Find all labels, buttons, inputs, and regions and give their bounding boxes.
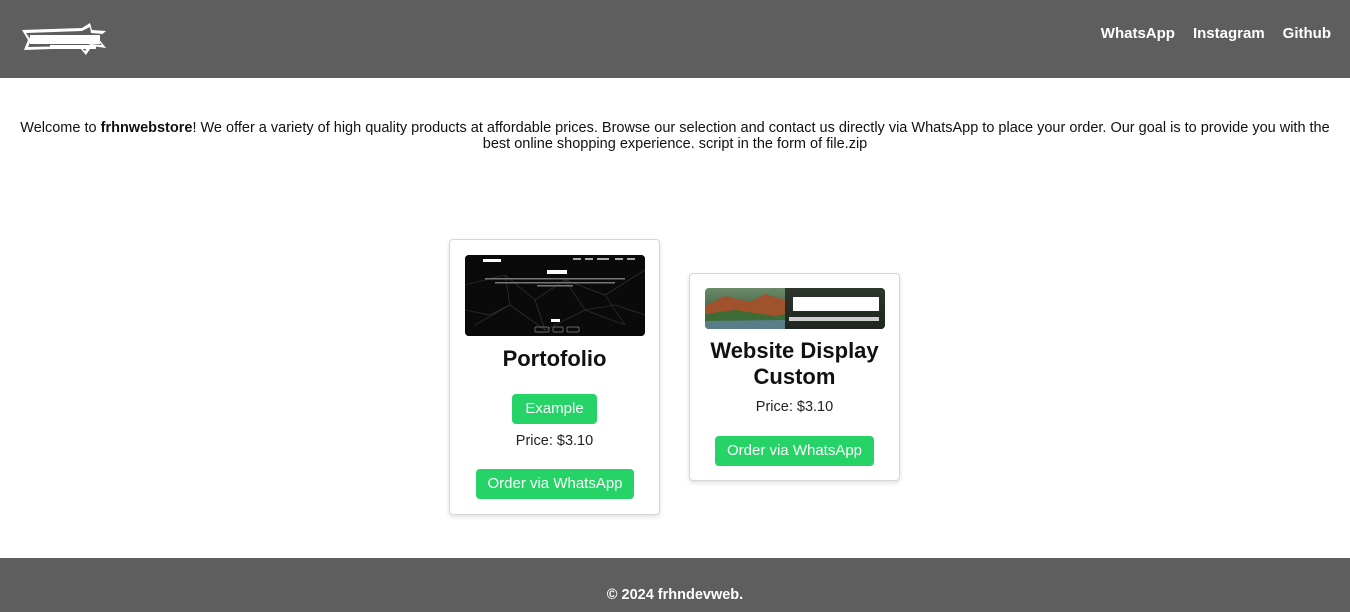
example-button[interactable]: Example [512, 394, 597, 424]
product-card-portofolio: Portofolio Example Price: $3.10 Order vi… [449, 239, 660, 515]
order-whatsapp-button[interactable]: Order via WhatsApp [476, 469, 634, 499]
nav-link-instagram[interactable]: Instagram [1193, 25, 1265, 42]
store-name: frhnwebstore [100, 120, 193, 136]
product-image-portofolio [465, 255, 645, 336]
nav-link-github[interactable]: Github [1283, 25, 1331, 42]
nav-link-whatsapp[interactable]: WhatsApp [1101, 25, 1175, 42]
site-footer: © 2024 frhndevweb. [0, 558, 1350, 612]
site-header: WhatsApp Instagram Github [0, 0, 1350, 78]
intro-text: Welcome to frhnwebstore! We offer a vari… [0, 120, 1350, 152]
product-title: Portofolio [502, 346, 607, 371]
order-whatsapp-button[interactable]: Order via WhatsApp [715, 436, 874, 466]
intro-prefix: Welcome to [20, 120, 101, 136]
logo[interactable] [20, 22, 108, 56]
product-price: Price: $3.10 [755, 399, 834, 415]
intro-suffix: ! We offer a variety of high quality pro… [192, 120, 1330, 152]
product-price: Price: $3.10 [515, 433, 594, 449]
product-image-website-display-custom [705, 288, 885, 329]
copyright-text: © 2024 frhndevweb. [606, 587, 744, 603]
product-title: Website Display Custom [710, 338, 879, 389]
logo-icon [22, 23, 106, 55]
main-nav: WhatsApp Instagram Github [1101, 25, 1331, 42]
product-card-website-display-custom: Website Display Custom Price: $3.10 Orde… [689, 273, 900, 481]
